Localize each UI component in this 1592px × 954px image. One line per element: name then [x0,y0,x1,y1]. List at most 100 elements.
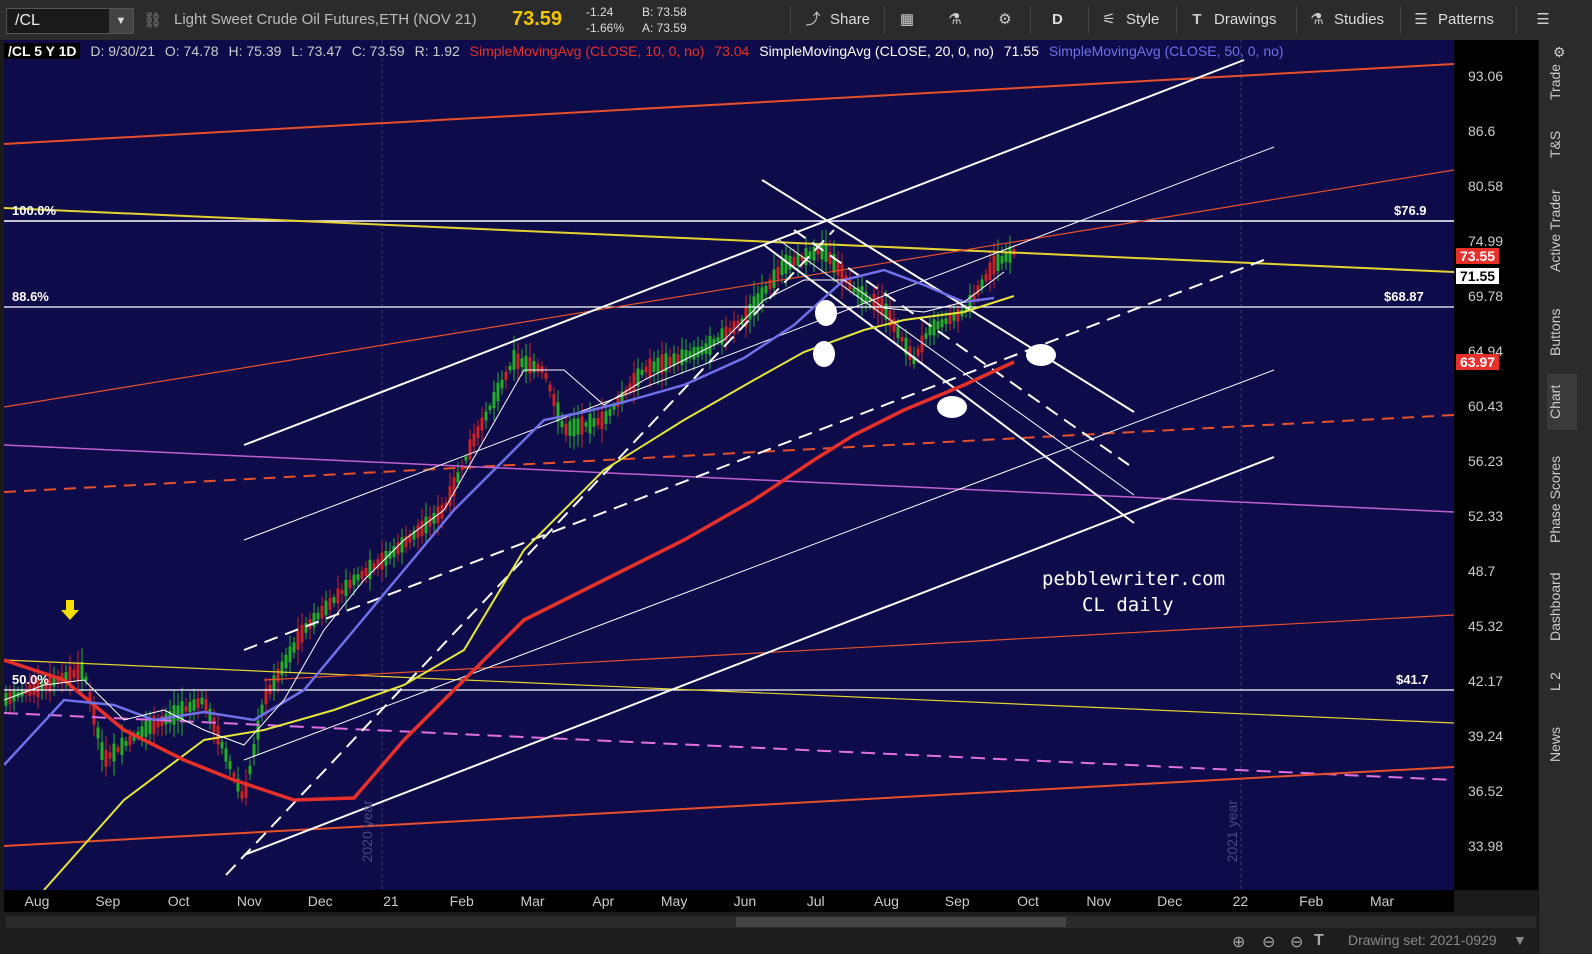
channel-line [243,369,1275,761]
candle-body [556,402,560,422]
marker-oval [1026,344,1056,366]
time-tick-label: Dec [307,893,333,909]
info-close: C: 73.59 [351,43,405,59]
tab-dashboard[interactable]: Dashboard [1547,564,1577,650]
candle-body [104,750,108,767]
time-tick-label: Mar [520,893,545,909]
symbol-text[interactable]: /CL [15,12,40,30]
symbol-selector[interactable]: /CL ▼ [6,8,134,34]
candle-body [892,318,896,332]
channel-line [778,239,1135,496]
candle-body [780,260,784,275]
tab-buttons[interactable]: Buttons [1547,298,1577,366]
price-tick-label: 36.52 [1468,783,1504,799]
tab-trade[interactable]: Trade [1547,52,1577,112]
candle-body [112,743,116,762]
chevron-down-icon[interactable]: ▼ [109,9,133,33]
year-mark: 2020 year [359,800,375,863]
candle-body [464,456,468,461]
candle-body [456,472,460,483]
candle-body [532,361,536,373]
year-mark: 2021 year [1224,800,1240,863]
candle-body [728,328,732,333]
drawing-set-label[interactable]: Drawing set: 2021-0929 [1348,932,1497,948]
tab-time-sales[interactable]: T&S [1547,122,1577,166]
price-tick-label: 52.33 [1468,508,1504,524]
candle-body [836,262,840,276]
candle-body [356,574,360,581]
horizontal-scrollbar[interactable] [6,916,1536,928]
fib-price-88: $68.87 [1384,289,1424,304]
candle-body [300,624,304,643]
candle-body [976,285,980,295]
candle-body [956,308,960,322]
candle-body [992,255,996,275]
candle-body [692,347,696,360]
price-axis[interactable]: 93.06 86.6 80.58 74.99 69.78 64.94 60.43 56.23 5… [1454,40,1538,890]
tab-active-trader[interactable]: Active Trader [1547,176,1577,286]
candle-body [448,486,452,506]
settings-button[interactable]: ⚙ [994,6,1022,34]
zoom-fit-icon[interactable]: ⊖ [1262,932,1275,952]
candle-body [1004,252,1008,262]
zoom-out-icon[interactable]: ⊖ [1290,932,1303,952]
divider [1088,6,1089,34]
time-tick-label: Sep [95,893,121,909]
drawings-label: Drawings [1214,11,1277,28]
flask-button[interactable]: ⚗ [944,6,972,34]
time-axis[interactable]: Aug Sep Oct Nov Dec 21 Feb Mar Apr May Jun Jul Aug Se… [4,890,1454,912]
studies-button[interactable]: ⚗ Studies [1306,6,1384,34]
candle-body [1008,246,1012,263]
candle-body [640,369,644,376]
candle-body [592,418,596,427]
time-tick-label: Feb [1299,893,1324,909]
last-price: 73.59 [512,8,563,30]
candle-body [936,321,940,330]
tab-phase-scores[interactable]: Phase Scores [1547,444,1577,554]
share-button[interactable]: ⤴ Share [802,6,870,34]
candle-body [600,411,604,430]
candle-body [520,358,524,368]
tab-news[interactable]: News [1547,716,1577,772]
candle-body [896,326,900,338]
price-tick-label: 80.58 [1468,178,1504,194]
candle-body [76,664,80,681]
chevron-down-icon[interactable]: ▼ [1513,932,1527,948]
link-icon[interactable]: ⛓ [143,11,162,29]
sma10-label[interactable]: SimpleMovingAvg (CLOSE, 10, 0, no) [470,43,705,59]
trendline [4,63,1454,145]
zoom-in-icon[interactable]: ⊕ [1232,932,1245,952]
price-badge-last: 73.55 [1456,248,1500,264]
candle-body [984,274,988,282]
candle-body [528,357,532,374]
candle-body [1000,256,1004,264]
sma50-label[interactable]: SimpleMovingAvg (CLOSE, 50, 0, no) [1049,43,1284,59]
candle-body [208,708,212,722]
candle-body [492,391,496,409]
candle-body [396,542,400,555]
candle-body [512,350,516,370]
candle-body [176,705,180,721]
price-tick-label: 42.17 [1468,673,1504,689]
price-chart[interactable]: 100.0% $76.9 88.6% $68.87 50.0% $41.7 20… [4,40,1454,890]
tab-chart[interactable]: Chart [1547,374,1577,430]
channel-line [793,229,1130,466]
period-button[interactable]: D [1052,6,1063,34]
patterns-button[interactable]: ☰ Patterns [1410,6,1494,34]
style-button[interactable]: ⚟ Style [1098,6,1159,34]
tab-level2[interactable]: L 2 [1547,660,1577,704]
candle-body [568,421,572,436]
candle-body [668,356,672,367]
chart-grid-button[interactable]: ▦ [896,6,924,34]
candle-body [612,405,616,410]
drawings-button[interactable]: T Drawings [1186,6,1277,34]
sma20-label[interactable]: SimpleMovingAvg (CLOSE, 20, 0, no) [759,43,994,59]
sma-white [4,271,1005,746]
scrollbar-thumb[interactable] [736,917,1066,927]
text-tool-icon[interactable]: T [1314,932,1324,950]
candle-body [280,661,284,676]
candle-body [776,266,780,280]
candle-body [120,737,124,756]
menu-button[interactable]: ☰ [1532,6,1560,34]
candle-body [472,433,476,447]
